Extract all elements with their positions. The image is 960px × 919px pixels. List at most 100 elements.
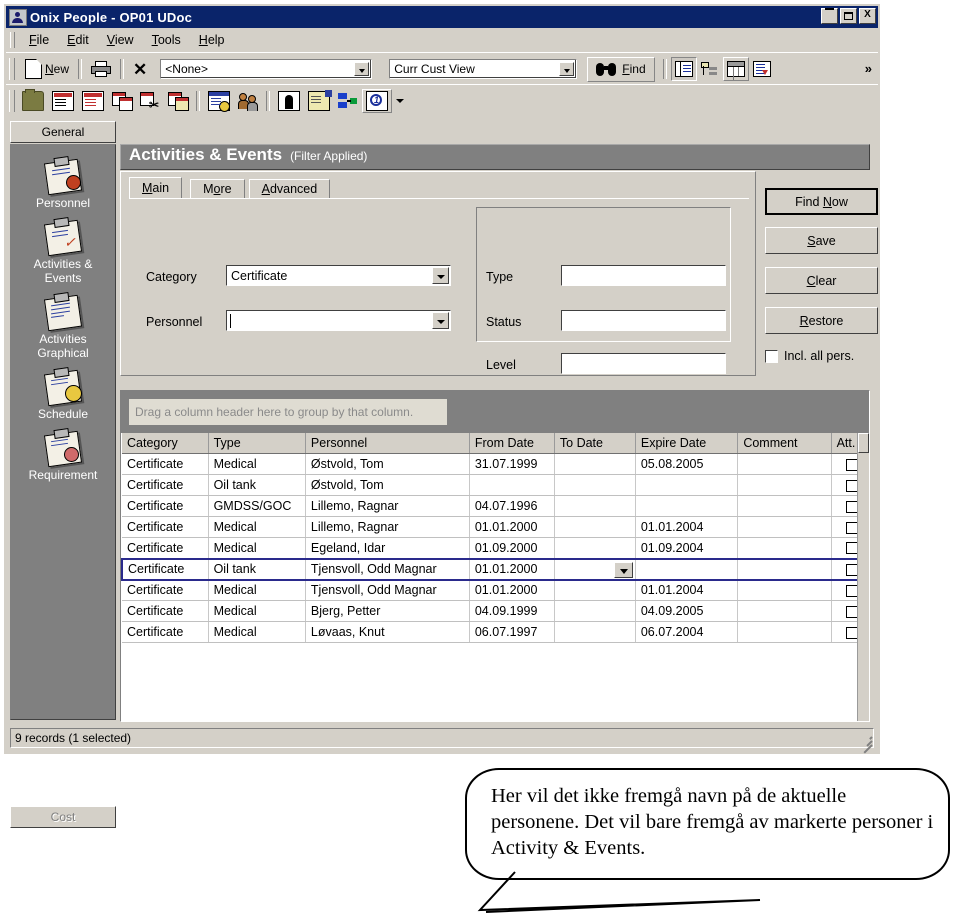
chevron-down-icon-2[interactable] bbox=[559, 62, 575, 76]
menu-help[interactable]: Help bbox=[190, 31, 234, 49]
sidebar-item-activities-graphical[interactable]: Activities Graphical bbox=[11, 285, 115, 360]
cell-to-date[interactable] bbox=[554, 453, 636, 475]
cell-personnel[interactable]: Løvaas, Knut bbox=[305, 621, 470, 643]
group-by-bar[interactable]: Drag a column header here to group by th… bbox=[121, 391, 869, 433]
cell-expire-date[interactable]: 04.09.2005 bbox=[635, 600, 739, 622]
chevron-down-icon-personnel[interactable] bbox=[432, 312, 449, 329]
save-button[interactable]: Save bbox=[765, 227, 878, 254]
cell-type[interactable]: GMDSS/GOC bbox=[208, 495, 306, 517]
cell-comment[interactable] bbox=[737, 621, 832, 643]
cell-comment[interactable] bbox=[737, 474, 832, 496]
cell-category[interactable]: Certificate bbox=[122, 537, 209, 559]
cell-personnel[interactable]: Lillemo, Ragnar bbox=[305, 516, 470, 538]
cell-personnel[interactable]: Tjensvoll, Odd Magnar bbox=[305, 557, 470, 581]
cell-type[interactable]: Medical bbox=[208, 621, 306, 643]
cell-to-date[interactable] bbox=[554, 557, 636, 581]
tree-view-button[interactable] bbox=[697, 57, 723, 81]
cell-personnel[interactable]: Egeland, Idar bbox=[305, 537, 470, 559]
link-blocks-button[interactable] bbox=[334, 89, 362, 113]
toolbar-grip[interactable] bbox=[9, 58, 15, 80]
cell-type[interactable]: Medical bbox=[208, 516, 306, 538]
view-select[interactable]: Curr Cust View bbox=[389, 59, 578, 79]
cell-expire-date[interactable]: 05.08.2005 bbox=[635, 453, 739, 475]
cell-type[interactable]: Oil tank bbox=[208, 557, 306, 581]
portrait-button[interactable] bbox=[274, 89, 304, 113]
chevron-down-icon-category[interactable] bbox=[432, 267, 449, 284]
cell-expire-date[interactable] bbox=[635, 495, 739, 517]
include-all-personnel-checkbox[interactable] bbox=[765, 349, 778, 363]
delete-button[interactable]: ✕ bbox=[128, 57, 152, 81]
col-personnel[interactable]: Personnel bbox=[305, 433, 470, 454]
table-row[interactable]: Certificate Oil tank Tjensvoll, Odd Magnar… bbox=[120, 557, 869, 581]
cell-personnel[interactable]: Tjensvoll, Odd Magnar bbox=[305, 579, 470, 601]
sidebar-item-activities-events[interactable]: ✓ Activities & Events bbox=[11, 210, 115, 285]
col-category[interactable]: Category bbox=[122, 433, 209, 454]
table-row[interactable]: Certificate Oil tank Østvold, Tom bbox=[122, 474, 869, 496]
sort-view-button[interactable] bbox=[749, 57, 775, 81]
paste-documents-button[interactable] bbox=[164, 89, 192, 113]
resize-grip[interactable] bbox=[858, 732, 874, 754]
cell-category[interactable]: Certificate bbox=[122, 621, 209, 643]
cell-comment[interactable] bbox=[737, 557, 832, 581]
status-input[interactable] bbox=[561, 310, 726, 331]
cut-documents-button[interactable]: ✂ bbox=[136, 89, 164, 113]
personnel-combo[interactable] bbox=[226, 310, 451, 331]
col-from-date[interactable]: From Date bbox=[469, 433, 555, 454]
cell-category[interactable]: Certificate bbox=[122, 474, 209, 496]
cell-comment[interactable] bbox=[737, 516, 832, 538]
toolbar-overflow-icon[interactable]: » bbox=[865, 61, 872, 76]
cell-from-date[interactable] bbox=[469, 474, 555, 496]
cell-to-date[interactable] bbox=[554, 495, 636, 517]
cell-from-date[interactable]: 31.07.1999 bbox=[469, 453, 555, 475]
menu-file[interactable]: FFileile bbox=[20, 31, 58, 49]
cell-expire-date[interactable]: 06.07.2004 bbox=[635, 621, 739, 643]
note-flag-button[interactable] bbox=[304, 89, 334, 113]
cell-comment[interactable] bbox=[737, 453, 832, 475]
cell-expire-date[interactable]: 01.01.2004 bbox=[635, 516, 739, 538]
scrollbar-thumb[interactable] bbox=[858, 433, 869, 453]
menu-view[interactable]: View bbox=[98, 31, 143, 49]
tab-advanced[interactable]: Advanced bbox=[248, 179, 331, 199]
cell-personnel[interactable]: Lillemo, Ragnar bbox=[305, 495, 470, 517]
attachment-checkbox[interactable] bbox=[845, 563, 858, 576]
cell-from-date[interactable]: 06.07.1997 bbox=[469, 621, 555, 643]
cell-category[interactable]: Certificate bbox=[122, 495, 209, 517]
clear-button[interactable]: Clear bbox=[765, 267, 878, 294]
cell-category[interactable]: Certificate bbox=[122, 453, 209, 475]
cell-type[interactable]: Medical bbox=[208, 453, 306, 475]
cell-to-date[interactable] bbox=[554, 537, 636, 559]
type-input[interactable] bbox=[561, 265, 726, 286]
table-row[interactable]: Certificate Medical Løvaas, Knut 06.07.1997… bbox=[122, 621, 869, 643]
cell-category[interactable]: Certificate bbox=[122, 600, 209, 622]
cell-category[interactable]: Certificate bbox=[120, 557, 209, 581]
cell-from-date[interactable]: 01.01.2000 bbox=[469, 516, 555, 538]
sidebar-item-schedule[interactable]: Schedule bbox=[11, 360, 115, 421]
tab-more[interactable]: Mo re bbox=[190, 179, 245, 199]
menu-grip[interactable] bbox=[10, 32, 15, 48]
toolbar2-dropdown-button[interactable] bbox=[392, 89, 416, 113]
grid-vertical-scrollbar[interactable] bbox=[857, 433, 869, 721]
open-folder-button[interactable] bbox=[18, 89, 48, 113]
cell-to-date[interactable] bbox=[554, 474, 636, 496]
minimize-button[interactable] bbox=[821, 8, 838, 24]
cell-comment[interactable] bbox=[737, 600, 832, 622]
cell-to-date[interactable] bbox=[554, 600, 636, 622]
cell-comment[interactable] bbox=[737, 579, 832, 601]
col-comment[interactable]: Comment bbox=[737, 433, 832, 454]
cell-to-date[interactable] bbox=[554, 621, 636, 643]
close-button[interactable]: X bbox=[859, 8, 876, 24]
cell-comment[interactable] bbox=[737, 495, 832, 517]
table-row[interactable]: Certificate Medical Tjensvoll, Odd Magnar 0… bbox=[122, 579, 869, 601]
detail-view-button[interactable] bbox=[670, 57, 697, 81]
copy-documents-button[interactable] bbox=[108, 89, 136, 113]
cell-personnel[interactable]: Bjerg, Petter bbox=[305, 600, 470, 622]
cell-category[interactable]: Certificate bbox=[122, 579, 209, 601]
find-now-button[interactable]: Find Now bbox=[765, 188, 878, 215]
col-type[interactable]: Type bbox=[208, 433, 306, 454]
cell-type[interactable]: Medical bbox=[208, 600, 306, 622]
tab-main[interactable]: Main bbox=[129, 177, 183, 199]
cell-from-date[interactable]: 04.09.1999 bbox=[469, 600, 555, 622]
cell-from-date[interactable]: 01.09.2000 bbox=[469, 537, 555, 559]
people-group-button[interactable] bbox=[234, 89, 262, 113]
calendar-clock-button[interactable] bbox=[204, 89, 234, 113]
